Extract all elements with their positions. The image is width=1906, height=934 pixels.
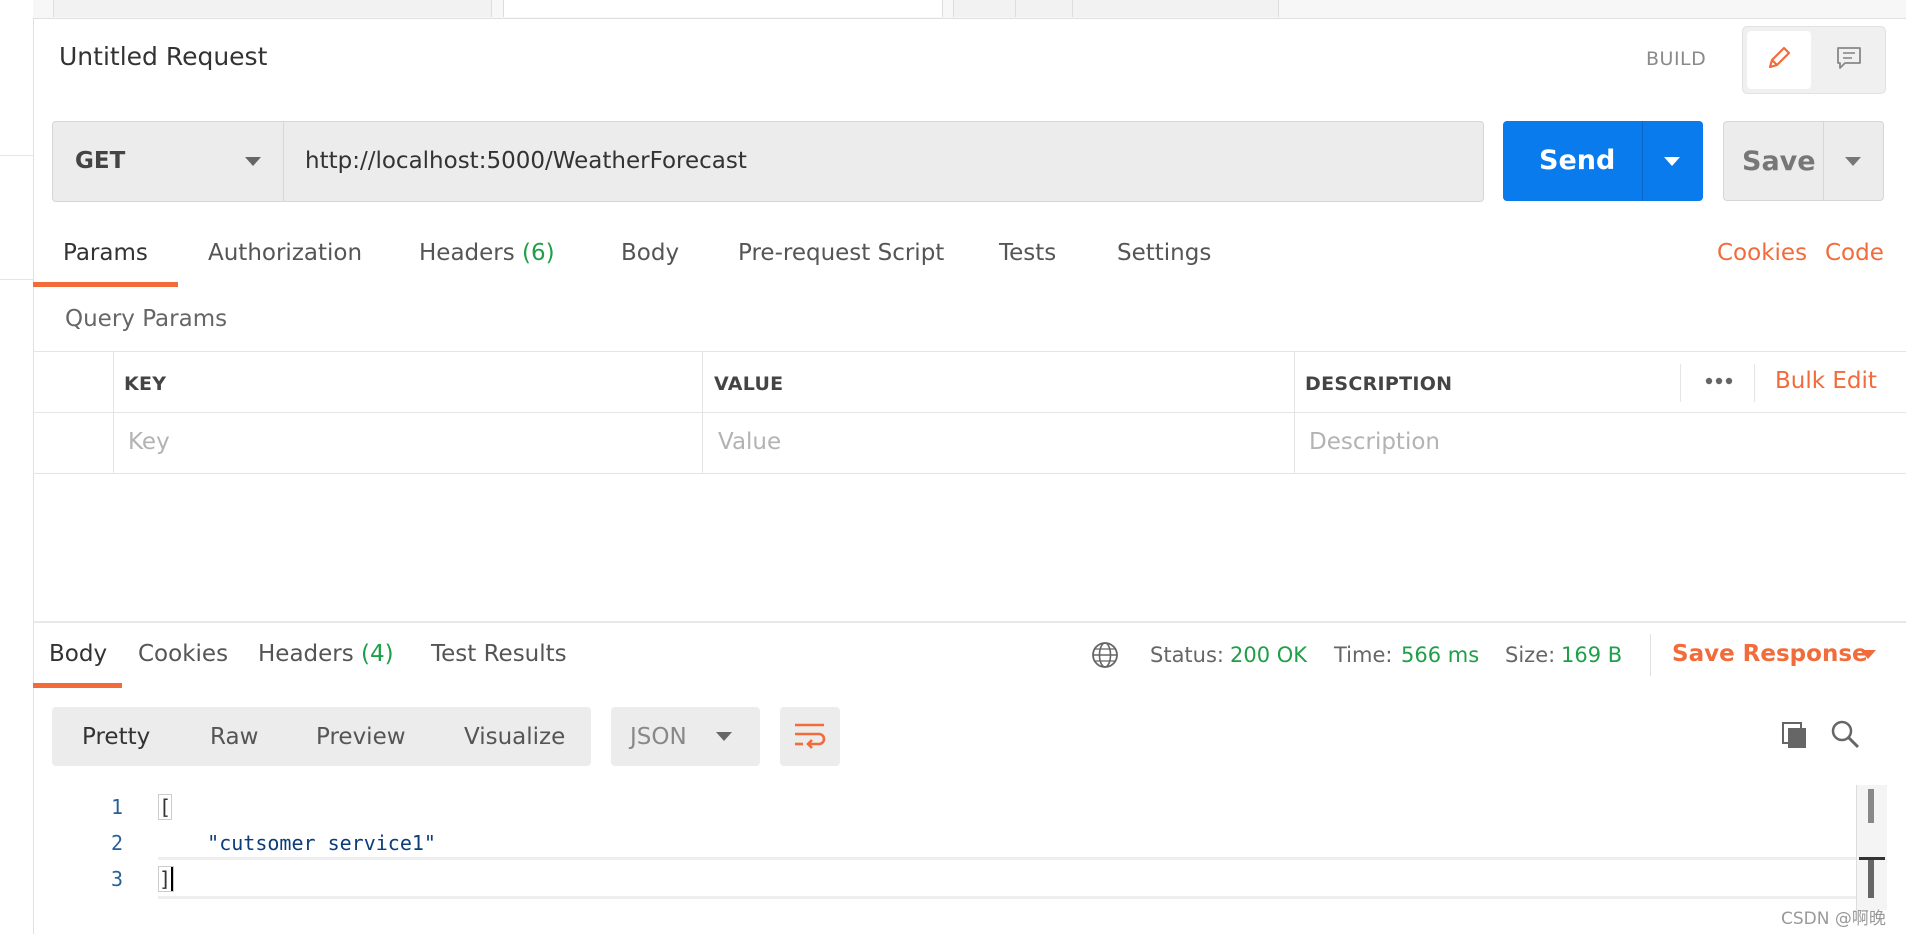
time-label: Time: [1334,643,1393,667]
send-divider [1642,121,1643,201]
tab-headers-label: Headers [419,240,515,266]
tab-pre-request-script[interactable]: Pre-request Script [738,240,944,266]
build-mode-button[interactable] [1747,31,1811,89]
tab-tests[interactable]: Tests [999,240,1056,266]
caret-down-icon[interactable] [1664,157,1680,166]
response-body-editor[interactable]: 1 2 3 [ "cutsomer service1" ] [33,785,1883,905]
value-input[interactable]: Value [718,429,781,455]
comment-icon [1834,43,1864,77]
build-label: BUILD [1646,48,1707,70]
left-pane-divider [0,279,33,280]
size-value[interactable]: 169 B [1561,643,1622,667]
response-tab-headers[interactable]: Headers (4) [258,641,394,667]
response-tab-body[interactable]: Body [49,641,107,667]
scrollbar-thumb[interactable] [1868,789,1874,823]
column-header-key: KEY [124,373,167,395]
caret-down-icon [245,157,261,166]
mode-toggle [1742,26,1886,94]
column-header-value: VALUE [714,373,784,395]
more-icon[interactable] [1701,366,1737,400]
save-divider [1823,122,1824,200]
scrollbar-marker [1868,860,1874,898]
tab-body[interactable]: Body [621,240,679,266]
view-pretty[interactable]: Pretty [82,724,150,750]
line-number: 2 [110,831,123,855]
request-tab[interactable] [1015,0,1074,17]
tab-authorization[interactable]: Authorization [208,240,362,266]
column-header-description: DESCRIPTION [1305,373,1453,395]
query-params-table: KEY VALUE DESCRIPTION Bulk Edit Key Valu… [33,351,1906,474]
status-label: Status: [1150,643,1224,667]
request-tab[interactable] [953,0,1017,17]
editor-scrollbar[interactable] [1856,785,1887,910]
status-divider [1650,634,1651,676]
request-tab[interactable] [1072,0,1279,17]
view-mode-group: Pretty Raw Preview Visualize [52,707,591,766]
globe-icon[interactable] [1090,640,1120,674]
headers-count: (6) [522,240,555,266]
watermark: CSDN @啊晚 [1781,909,1886,929]
cookies-link[interactable]: Cookies [1717,240,1807,266]
request-tab-active[interactable] [503,0,943,17]
search-icon[interactable] [1829,718,1861,754]
caret-down-icon[interactable] [1845,157,1861,166]
size-label: Size: [1505,643,1556,667]
response-headers-count: (4) [361,641,394,667]
table-row [33,412,1906,413]
format-label: JSON [630,724,687,750]
active-tab-indicator [33,282,178,287]
view-raw[interactable]: Raw [210,724,258,750]
current-line-highlight [158,857,1858,899]
response-tab-cookies[interactable]: Cookies [138,641,228,667]
save-response-button[interactable]: Save Response [1672,641,1868,667]
tab-headers[interactable]: Headers (6) [419,240,555,266]
method-label: GET [75,148,126,174]
wrap-icon [791,718,829,756]
send-label: Send [1539,145,1616,176]
save-label: Save [1742,146,1816,177]
url-input[interactable]: http://localhost:5000/WeatherForecast [283,121,1484,202]
request-title[interactable]: Untitled Request [59,42,267,71]
url-value: http://localhost:5000/WeatherForecast [305,148,747,174]
method-select[interactable]: GET [52,121,284,202]
save-button[interactable]: Save [1723,121,1884,201]
response-tab-test-results[interactable]: Test Results [431,641,567,667]
code-line: "cutsomer service1" [159,831,436,855]
save-response-label: Save Response [1672,641,1868,667]
header-divider [1754,364,1755,402]
response-active-tab-indicator [33,683,122,688]
left-pane [0,0,34,934]
comments-button[interactable] [1817,31,1881,89]
key-input[interactable]: Key [128,429,170,455]
line-number: 1 [110,795,123,819]
header-divider [1680,364,1681,402]
code-link[interactable]: Code [1825,240,1884,266]
wrap-lines-button[interactable] [780,707,840,766]
status-value[interactable]: 200 OK [1230,643,1307,667]
copy-icon[interactable] [1779,719,1811,755]
caret-down-icon[interactable] [1860,650,1876,659]
description-input[interactable]: Description [1309,429,1440,455]
line-number: 3 [110,867,123,891]
request-tab[interactable] [53,0,492,17]
pencil-icon [1764,43,1794,77]
response-tab-headers-label: Headers [258,641,354,667]
tab-settings[interactable]: Settings [1117,240,1211,266]
caret-down-icon [716,732,732,741]
bulk-edit-link[interactable]: Bulk Edit [1775,368,1877,394]
view-preview[interactable]: Preview [316,724,406,750]
send-button[interactable]: Send [1503,121,1703,201]
view-visualize[interactable]: Visualize [464,724,565,750]
code-line: [ [157,794,173,820]
request-tab-strip [33,0,1906,19]
tab-params[interactable]: Params [63,240,148,266]
left-pane-divider [0,155,33,156]
format-select[interactable]: JSON [611,707,760,766]
pane-divider[interactable] [33,621,1906,623]
query-params-heading: Query Params [65,306,228,332]
time-value[interactable]: 566 ms [1401,643,1479,667]
code-line: ] [157,866,175,892]
